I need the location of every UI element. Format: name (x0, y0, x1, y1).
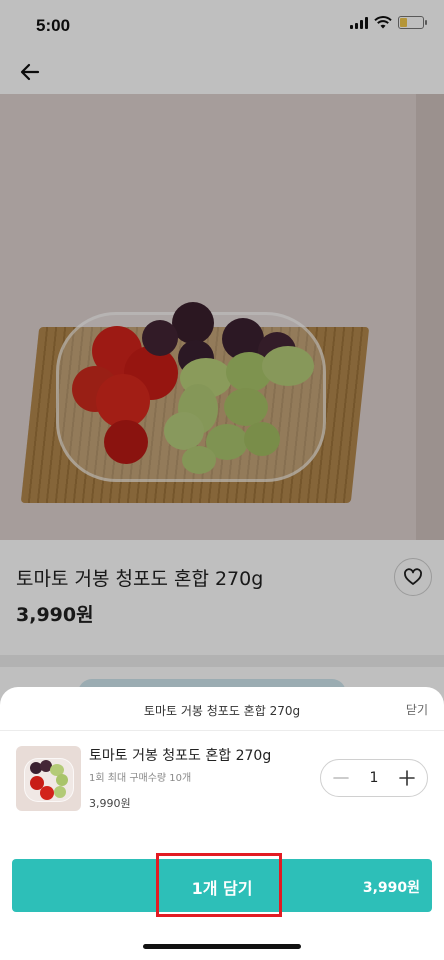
cart-item: 토마토 거봉 청포도 혼합 270g 1회 최대 구매수량 10개 3,990원… (0, 731, 444, 831)
quantity-stepper: 1 (320, 759, 428, 797)
decrease-button[interactable] (331, 768, 351, 788)
purchase-limit: 1회 최대 구매수량 10개 (89, 773, 192, 784)
item-name: 토마토 거봉 청포도 혼합 270g (89, 748, 272, 764)
green-grape (54, 786, 66, 798)
plus-icon (399, 770, 415, 786)
sheet-header: 토마토 거봉 청포도 혼합 270g 닫기 (0, 687, 444, 731)
highlight-box (156, 853, 282, 917)
cart-bottom-sheet: 토마토 거봉 청포도 혼합 270g 닫기 토마토 거봉 청포도 혼합 270g… (0, 687, 444, 960)
tomato (40, 786, 54, 800)
quantity-value: 1 (369, 770, 379, 786)
sheet-title: 토마토 거봉 청포도 혼합 270g (143, 704, 301, 718)
item-thumbnail (16, 746, 81, 811)
green-grape (56, 774, 68, 786)
home-indicator (143, 944, 301, 949)
add-to-cart-button[interactable]: 1개 담기 3,990원 (12, 853, 432, 917)
increase-button[interactable] (397, 768, 417, 788)
close-button[interactable]: 닫기 (406, 701, 428, 718)
item-price: 3,990원 (89, 797, 131, 810)
cart-total-price: 3,990원 (362, 880, 420, 896)
minus-icon (333, 777, 349, 779)
